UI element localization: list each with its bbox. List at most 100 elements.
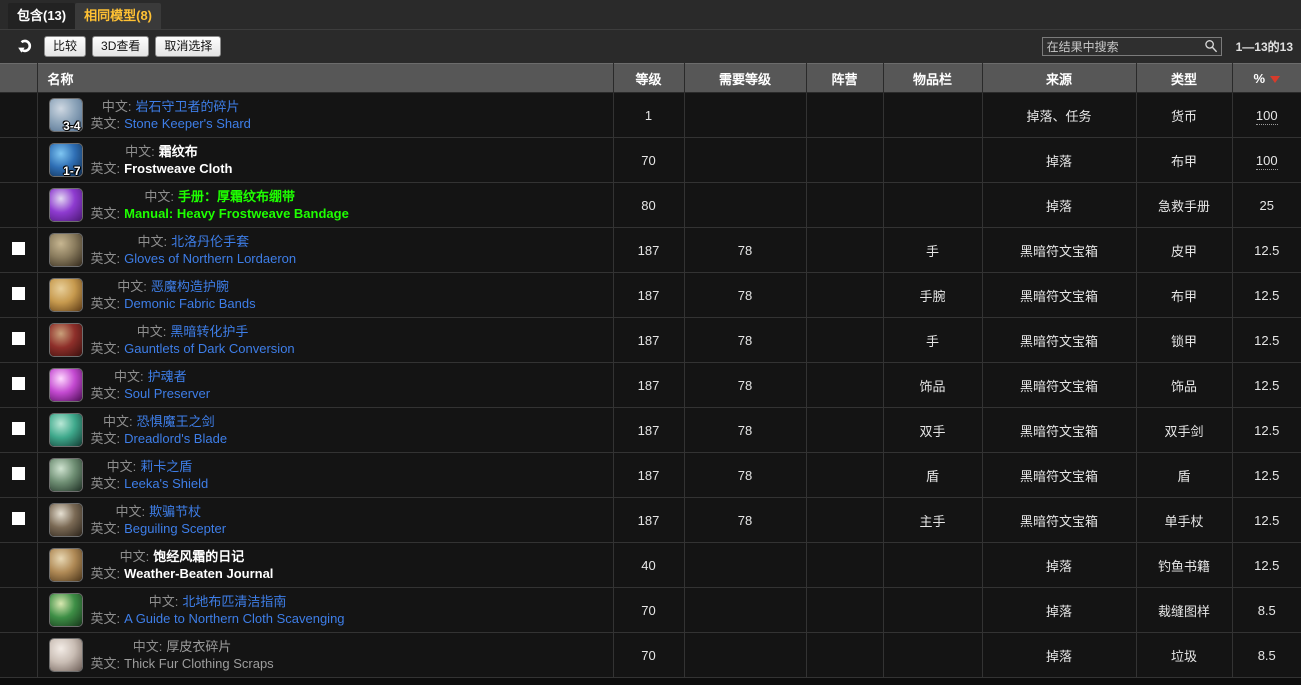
- table-row[interactable]: 中文: 恐惧魔王之剑 英文: Dreadlord's Blade 187 78 双手 黑暗符文…: [0, 407, 1301, 453]
- percent-value: 12.5: [1254, 467, 1280, 483]
- item-name-cn-link[interactable]: 北地布匹清洁指南: [182, 594, 286, 609]
- table-row[interactable]: 中文: 黑暗转化护手 英文: Gauntlets of Dark Conversion…: [0, 317, 1301, 363]
- item-name-en-link[interactable]: Stone Keeper's Shard: [124, 116, 251, 131]
- row-checkbox[interactable]: [11, 242, 25, 255]
- item-name-cn-link[interactable]: 霜纹布: [159, 144, 198, 159]
- row-checkbox[interactable]: [11, 512, 25, 525]
- table-row[interactable]: 1-7 中文: 霜纹布 英文: Frostweave Cloth 70 掉落 布甲 100: [0, 137, 1301, 183]
- item-level-cell: 1: [613, 92, 685, 138]
- item-name-cn-link[interactable]: 恐惧魔王之剑: [137, 414, 215, 429]
- item-name-en-link[interactable]: Demonic Fabric Bands: [124, 296, 256, 311]
- source-cell: 黑暗符文宝箱: [982, 227, 1137, 273]
- search-box[interactable]: [1041, 37, 1222, 56]
- table-row[interactable]: 中文: 手册：厚霜纹布绷带 英文: Manual: Heavy Frostweave …: [0, 182, 1301, 228]
- table-row[interactable]: 中文: 莉卡之盾 英文: Leeka's Shield 187 78 盾黑暗符文宝箱盾 12.…: [0, 452, 1301, 498]
- percent-value[interactable]: 100: [1255, 152, 1278, 170]
- item-name-cn-link[interactable]: 岩石守卫者的碎片: [136, 99, 240, 114]
- gauntlets-of-dark-conversion-icon[interactable]: [48, 323, 83, 357]
- column-type[interactable]: 类型: [1136, 63, 1233, 93]
- column-slot[interactable]: 物品栏: [883, 63, 983, 93]
- item-name-en-link[interactable]: Frostweave Cloth: [124, 161, 232, 176]
- item-name-en-link[interactable]: Gauntlets of Dark Conversion: [124, 341, 295, 356]
- column-percent[interactable]: %: [1232, 63, 1301, 93]
- column-checkbox[interactable]: [0, 63, 38, 93]
- manual-heavy-frostweave-bandage-icon[interactable]: [48, 188, 83, 222]
- stack-count: 3-4: [63, 119, 81, 132]
- row-checkbox[interactable]: [11, 467, 25, 480]
- dreadlords-blade-icon[interactable]: [48, 413, 83, 447]
- english-label: 英文:: [90, 341, 121, 356]
- item-name-cn-link[interactable]: 护魂者: [148, 369, 187, 384]
- search-input[interactable]: [1041, 37, 1222, 56]
- soul-preserver-icon[interactable]: [48, 368, 83, 402]
- row-checkbox[interactable]: [11, 332, 25, 345]
- english-label: 英文:: [90, 566, 121, 581]
- item-name-en-link[interactable]: Thick Fur Clothing Scraps: [124, 656, 274, 671]
- leekas-shield-icon[interactable]: [48, 458, 83, 492]
- english-label: 英文:: [90, 386, 121, 401]
- item-name-en-link[interactable]: Weather-Beaten Journal: [124, 566, 273, 581]
- sort-descending-icon: [1270, 75, 1281, 83]
- gloves-of-northern-lordaeron-icon[interactable]: [48, 233, 83, 267]
- table-row[interactable]: 中文: 北地布匹清洁指南 英文: A Guide to Northern Cloth …: [0, 587, 1301, 633]
- beguiling-scepter-icon[interactable]: [48, 503, 83, 537]
- compare-button[interactable]: 比较: [44, 36, 87, 57]
- table-row[interactable]: 中文: 北洛丹伦手套 英文: Gloves of Northern Lordaeron…: [0, 227, 1301, 273]
- row-select-cell: [0, 227, 38, 273]
- thick-fur-clothing-scraps-icon[interactable]: [48, 638, 83, 672]
- table-row[interactable]: 中文: 欺骗节杖 英文: Beguiling Scepter 187 78 主手 黑暗符文宝箱…: [0, 497, 1301, 543]
- percent-cell: 25: [1232, 182, 1301, 228]
- demonic-fabric-bands-icon[interactable]: [48, 278, 83, 312]
- table-row[interactable]: 中文: 厚皮衣碎片 英文: Thick Fur Clothing Scraps 70 掉落…: [0, 632, 1301, 678]
- item-name-en-link[interactable]: A Guide to Northern Cloth Scavenging: [124, 611, 344, 626]
- frostweave-cloth-icon[interactable]: 1-7: [48, 143, 83, 177]
- item-name-en-link[interactable]: Dreadlord's Blade: [124, 431, 227, 446]
- percent-value[interactable]: 100: [1255, 107, 1278, 125]
- stone-keepers-shard-icon[interactable]: 3-4: [48, 98, 83, 132]
- item-name-en-link[interactable]: Beguiling Scepter: [124, 521, 226, 536]
- column-name[interactable]: 名称: [37, 63, 614, 93]
- row-checkbox[interactable]: [11, 287, 25, 300]
- item-name-en-link[interactable]: Manual: Heavy Frostweave Bandage: [124, 206, 349, 221]
- item-name-cn-link[interactable]: 饱经风霜的日记: [153, 549, 244, 564]
- item-name-en-link[interactable]: Gloves of Northern Lordaeron: [124, 251, 296, 266]
- refresh-arrow-icon[interactable]: [16, 37, 36, 57]
- item-name-cn-link[interactable]: 北洛丹伦手套: [171, 234, 249, 249]
- faction-cell: [806, 137, 884, 183]
- percent-cell: 12.5: [1232, 272, 1301, 318]
- source-cell: 黑暗符文宝箱: [982, 362, 1137, 408]
- item-name-cn-link[interactable]: 莉卡之盾: [140, 459, 192, 474]
- faction-cell: [806, 407, 884, 453]
- table-row[interactable]: 中文: 护魂者 英文: Soul Preserver 187 78 饰品 黑暗符文宝箱 饰品 12…: [0, 362, 1301, 408]
- column-required-level[interactable]: 需要等级: [684, 63, 807, 93]
- column-source[interactable]: 来源: [982, 63, 1137, 93]
- row-select-cell: [0, 182, 38, 228]
- view-3d-button[interactable]: 3D查看: [92, 36, 150, 57]
- item-name-cn-link[interactable]: 黑暗转化护手: [170, 324, 248, 339]
- column-faction[interactable]: 阵营: [806, 63, 884, 93]
- item-name-cn-link[interactable]: 恶魔构造护腕: [151, 279, 229, 294]
- table-row[interactable]: 3-4 中文: 岩石守卫者的碎片 英文: Stone Keeper's Shard 1 掉落…: [0, 92, 1301, 138]
- item-name-cn-link[interactable]: 厚皮衣碎片: [166, 639, 231, 654]
- table-row[interactable]: 中文: 饱经风霜的日记 英文: Weather-Beaten Journal 40 掉落钓…: [0, 542, 1301, 588]
- item-name-en-link[interactable]: Leeka's Shield: [124, 476, 208, 491]
- type-cell: 双手剑: [1136, 407, 1233, 453]
- weather-beaten-journal-icon[interactable]: [48, 548, 83, 582]
- guide-northern-cloth-scavenging-icon[interactable]: [48, 593, 83, 627]
- required-level-cell: [684, 632, 807, 678]
- chinese-label: 中文:: [117, 279, 147, 294]
- percent-cell: 12.5: [1232, 227, 1301, 273]
- tab-contains[interactable]: 包含(13): [8, 3, 76, 29]
- deselect-button[interactable]: 取消选择: [155, 36, 222, 57]
- percent-cell: 12.5: [1232, 317, 1301, 363]
- item-name-cn-link[interactable]: 手册：厚霜纹布绷带: [178, 189, 295, 204]
- faction-cell: [806, 92, 884, 138]
- row-checkbox[interactable]: [11, 377, 25, 390]
- tab-same-model[interactable]: 相同模型(8): [75, 3, 162, 29]
- column-level[interactable]: 等级: [613, 63, 685, 93]
- item-level-cell: 187: [613, 227, 685, 273]
- item-name-en-link[interactable]: Soul Preserver: [124, 386, 210, 401]
- item-name-cn-link[interactable]: 欺骗节杖: [149, 504, 201, 519]
- table-row[interactable]: 中文: 恶魔构造护腕 英文: Demonic Fabric Bands 187 78 手腕黑…: [0, 272, 1301, 318]
- row-checkbox[interactable]: [11, 422, 25, 435]
